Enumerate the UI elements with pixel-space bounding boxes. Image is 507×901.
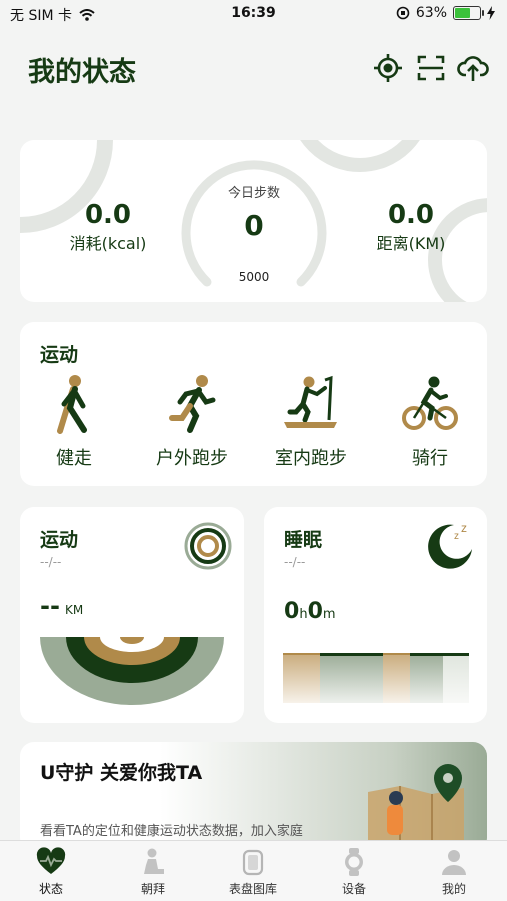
exercise-card[interactable]: 运动 --/-- -- KM bbox=[20, 507, 244, 723]
sleep-hours: 0 bbox=[284, 599, 300, 624]
person-icon bbox=[442, 850, 466, 875]
exercise-unit: KM bbox=[65, 603, 84, 617]
sleep-minutes-unit: m bbox=[322, 607, 336, 622]
exercise-value-group: -- KM bbox=[40, 592, 83, 620]
bottom-tab-bar: 状态 朝拜 表盘图库 设备 我的 bbox=[0, 840, 507, 901]
exercise-rings-chart bbox=[40, 637, 224, 705]
battery-icon bbox=[453, 6, 484, 20]
sport-item-walking[interactable]: 健走 bbox=[24, 374, 124, 470]
tab-devices-label: 设备 bbox=[341, 882, 366, 896]
cloud-upload-icon[interactable] bbox=[457, 52, 489, 84]
steps-stat[interactable]: 今日步数 0 5000 bbox=[184, 182, 324, 284]
tab-status[interactable]: 状态 bbox=[11, 847, 91, 897]
sleep-title: 睡眠 bbox=[284, 529, 323, 551]
charging-icon bbox=[487, 6, 495, 20]
cycling-icon bbox=[402, 376, 458, 430]
steps-title: 今日步数 bbox=[227, 186, 280, 201]
distance-label: 距离(KM) bbox=[376, 234, 446, 253]
exercise-title: 运动 bbox=[40, 529, 79, 551]
orientation-lock-icon bbox=[396, 6, 410, 20]
sport-label-cycling: 骑行 bbox=[412, 448, 448, 469]
tab-prayer-label: 朝拜 bbox=[140, 882, 165, 896]
sleep-stages-chart bbox=[283, 653, 469, 703]
tab-status-label: 状态 bbox=[38, 882, 63, 896]
moon-sleep-icon: z z bbox=[428, 521, 472, 569]
sport-label-indoor-run: 室内跑步 bbox=[275, 448, 347, 469]
tab-mine-label: 我的 bbox=[441, 882, 466, 896]
locate-icon[interactable] bbox=[372, 52, 404, 84]
sport-item-outdoor-run[interactable]: 户外跑步 bbox=[142, 374, 242, 470]
heart-pulse-icon bbox=[36, 847, 66, 874]
sport-label-walking: 健走 bbox=[56, 448, 92, 469]
sleep-date: --/-- bbox=[284, 555, 306, 569]
prayer-icon bbox=[144, 848, 164, 874]
battery-fill bbox=[455, 8, 470, 18]
watch-icon bbox=[345, 848, 363, 876]
svg-text:z: z bbox=[461, 521, 467, 535]
tab-devices[interactable]: 设备 bbox=[314, 847, 394, 897]
tab-prayer[interactable]: 朝拜 bbox=[113, 847, 193, 897]
status-bar: 无 SIM 卡 16:39 63% bbox=[0, 0, 507, 28]
sports-card: 运动 健走 户外跑步 室内跑步 骑行 bbox=[20, 322, 487, 486]
svg-text:z: z bbox=[454, 531, 459, 542]
walking-icon bbox=[57, 375, 87, 434]
promo-description: 看看TA的定位和健康运动状态数据，加入家庭 bbox=[40, 824, 303, 839]
watch-face-icon bbox=[242, 849, 264, 876]
sport-item-cycling[interactable]: 骑行 bbox=[380, 374, 480, 470]
summary-card: 0.0 消耗(kcal) 今日步数 0 5000 0.0 距离(KM) bbox=[20, 140, 487, 302]
sport-item-indoor-run[interactable]: 室内跑步 bbox=[261, 374, 361, 470]
family-map-illustration bbox=[368, 764, 464, 852]
promo-title: U守护 关爱你我TA bbox=[40, 762, 203, 784]
sleep-card[interactable]: 睡眠 --/-- z z 0h0m bbox=[264, 507, 487, 723]
sleep-hours-unit: h bbox=[299, 607, 308, 622]
page-title: 我的状态 bbox=[28, 57, 136, 88]
scan-icon[interactable] bbox=[415, 52, 447, 84]
guardian-promo-banner[interactable]: U守护 关爱你我TA 看看TA的定位和健康运动状态数据，加入家庭 bbox=[20, 742, 487, 852]
exercise-date: --/-- bbox=[40, 555, 62, 569]
tab-watch-faces-label: 表盘图库 bbox=[228, 882, 277, 896]
calories-stat: 0.0 消耗(kcal) bbox=[43, 200, 173, 254]
exercise-value: -- bbox=[40, 592, 60, 620]
running-icon bbox=[169, 375, 216, 433]
calories-value: 0.0 bbox=[84, 200, 132, 230]
calories-label: 消耗(kcal) bbox=[69, 234, 147, 253]
distance-value: 0.0 bbox=[387, 200, 435, 230]
distance-stat: 0.0 距离(KM) bbox=[346, 200, 476, 254]
sports-title: 运动 bbox=[40, 344, 79, 366]
tab-watch-faces[interactable]: 表盘图库 bbox=[213, 847, 293, 897]
sleep-minutes: 0 bbox=[307, 599, 323, 624]
target-rings-icon bbox=[184, 522, 232, 570]
tab-mine[interactable]: 我的 bbox=[414, 847, 494, 897]
steps-value: 0 bbox=[244, 209, 264, 242]
steps-goal: 5000 bbox=[238, 270, 270, 284]
status-right: 63% bbox=[396, 5, 495, 21]
sleep-duration: 0h0m bbox=[284, 599, 336, 624]
treadmill-icon bbox=[284, 375, 337, 428]
battery-percent: 63% bbox=[415, 5, 447, 21]
sport-label-outdoor-run: 户外跑步 bbox=[156, 448, 228, 469]
